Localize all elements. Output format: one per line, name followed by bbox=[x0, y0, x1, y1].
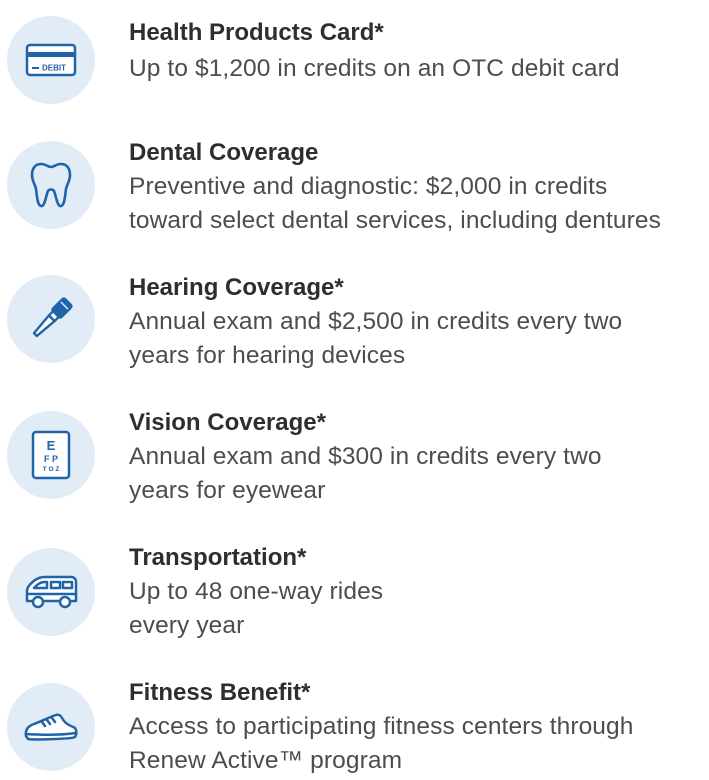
benefit-text: Fitness Benefit* Access to participating… bbox=[129, 678, 707, 778]
van-icon-badge bbox=[7, 548, 95, 636]
debit-card-icon-badge: DEBIT bbox=[7, 16, 95, 104]
benefit-title: Transportation* bbox=[129, 544, 307, 571]
debit-card-label: DEBIT bbox=[42, 64, 66, 73]
benefit-description-line: Preventive and diagnostic: $2,000 in cre… bbox=[129, 173, 608, 200]
benefit-text: Health Products Card* Up to $1,200 in cr… bbox=[129, 18, 707, 86]
benefit-description-line: toward select dental services, including… bbox=[129, 207, 661, 234]
eye-chart-row: E bbox=[47, 438, 56, 453]
benefit-description-line: years for eyewear bbox=[129, 477, 326, 504]
benefit-description-line: Annual exam and $300 in credits every tw… bbox=[129, 443, 602, 470]
benefit-description: Access to participating fitness centers … bbox=[129, 710, 707, 778]
benefit-description: Annual exam and $300 in credits every tw… bbox=[129, 440, 707, 508]
benefit-title: Vision Coverage* bbox=[129, 409, 326, 436]
benefit-title: Fitness Benefit* bbox=[129, 679, 311, 706]
sneaker-icon bbox=[24, 713, 78, 741]
benefit-description-line: years for hearing devices bbox=[129, 342, 406, 369]
tooth-icon-badge bbox=[7, 141, 95, 229]
debit-card-icon: DEBIT bbox=[25, 43, 77, 77]
benefit-text: Transportation* Up to 48 one-way rides e… bbox=[129, 543, 707, 643]
benefit-text: Dental Coverage Preventive and diagnosti… bbox=[129, 138, 707, 238]
van-icon bbox=[25, 575, 78, 609]
benefit-description-line: Annual exam and $2,500 in credits every … bbox=[129, 308, 623, 335]
benefit-description: Up to 48 one-way rides every year bbox=[129, 575, 707, 643]
benefit-description: Up to $1,200 in credits on an OTC debit … bbox=[129, 52, 707, 86]
benefit-description-line: every year bbox=[129, 612, 245, 639]
benefit-text: Vision Coverage* Annual exam and $300 in… bbox=[129, 408, 707, 508]
benefit-text: Hearing Coverage* Annual exam and $2,500… bbox=[129, 273, 707, 373]
benefit-title: Health Products Card* bbox=[129, 19, 384, 46]
eye-chart-icon: E F P T O Z bbox=[31, 430, 71, 480]
benefit-description-line: Access to participating fitness centers … bbox=[129, 713, 634, 740]
sneaker-icon-badge bbox=[7, 683, 95, 771]
benefit-title: Dental Coverage bbox=[129, 139, 319, 166]
benefit-description-line: Renew Active™ program bbox=[129, 747, 403, 774]
otoscope-icon-badge bbox=[7, 275, 95, 363]
benefit-description-line: Up to 48 one-way rides bbox=[129, 578, 384, 605]
benefit-description-line: Up to $1,200 in credits on an OTC debit … bbox=[129, 55, 620, 82]
benefit-description: Preventive and diagnostic: $2,000 in cre… bbox=[129, 170, 707, 238]
eye-chart-row: F P bbox=[44, 454, 58, 464]
otoscope-icon bbox=[32, 297, 73, 338]
eye-chart-row: T O Z bbox=[43, 466, 60, 473]
benefit-description: Annual exam and $2,500 in credits every … bbox=[129, 305, 707, 373]
benefit-title: Hearing Coverage* bbox=[129, 274, 344, 301]
eye-chart-icon-badge: E F P T O Z bbox=[7, 411, 95, 499]
tooth-icon bbox=[30, 162, 72, 208]
